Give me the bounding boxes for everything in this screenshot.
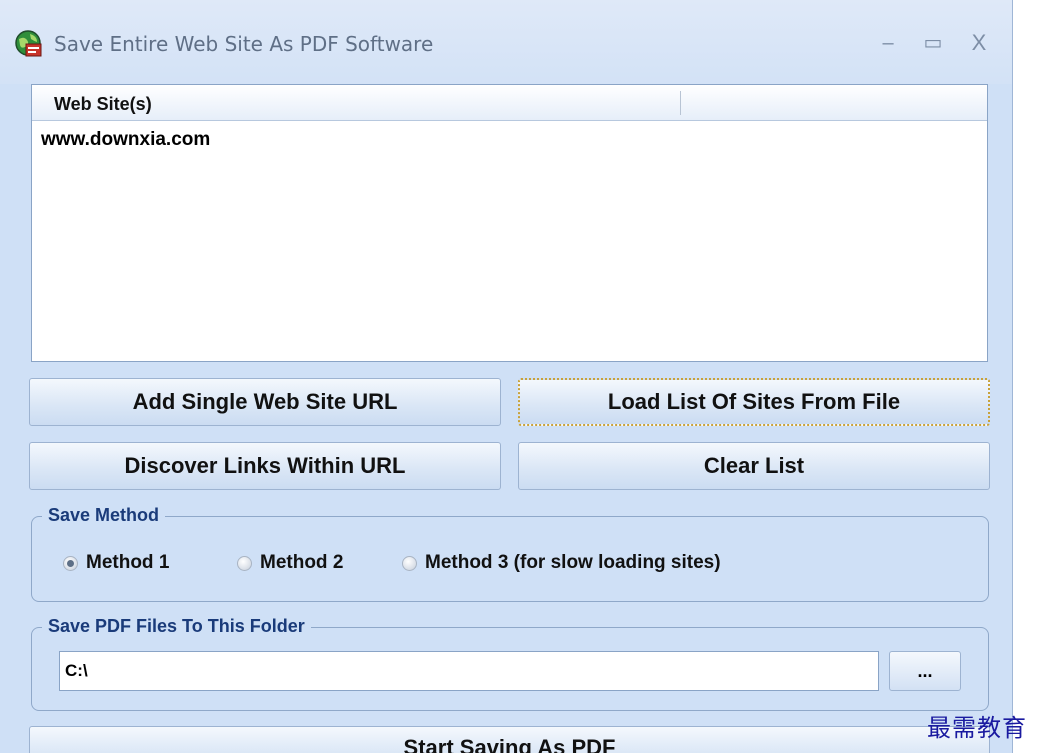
browse-folder-button[interactable]: ... xyxy=(889,651,961,691)
method-1-radio[interactable]: Method 1 xyxy=(63,552,169,574)
list-header: Web Site(s) xyxy=(32,85,987,121)
list-item[interactable]: www.downxia.com xyxy=(41,129,210,151)
discover-links-button[interactable]: Discover Links Within URL xyxy=(29,442,501,490)
title-bar[interactable]: Save Entire Web Site As PDF Software – ▭… xyxy=(0,0,1012,84)
method-2-label: Method 2 xyxy=(260,552,344,573)
save-method-group: Save Method Method 1 Method 2 Method 3 (… xyxy=(31,505,989,602)
start-saving-button[interactable]: Start Saving As PDF xyxy=(29,726,990,753)
clear-list-button[interactable]: Clear List xyxy=(518,442,990,490)
output-folder-field[interactable]: C:\ xyxy=(59,651,879,691)
output-folder-legend: Save PDF Files To This Folder xyxy=(42,616,311,637)
method-3-label: Method 3 (for slow loading sites) xyxy=(425,552,721,573)
save-method-legend: Save Method xyxy=(42,505,166,526)
app-globe-icon xyxy=(15,30,42,57)
close-icon[interactable]: X xyxy=(966,30,992,56)
add-single-url-button[interactable]: Add Single Web Site URL xyxy=(29,378,501,426)
maximize-icon[interactable]: ▭ xyxy=(920,30,946,56)
output-folder-group: Save PDF Files To This Folder C:\ ... xyxy=(31,616,989,711)
radio-unchecked-icon[interactable] xyxy=(402,555,417,571)
column-separator[interactable] xyxy=(680,91,681,115)
load-list-from-file-button[interactable]: Load List Of Sites From File xyxy=(518,378,990,426)
minimize-icon[interactable]: – xyxy=(875,30,901,56)
start-saving-label: Start Saving As PDF xyxy=(403,735,616,753)
watermark-text: 最需教育 xyxy=(927,714,1027,742)
method-2-radio[interactable]: Method 2 xyxy=(237,552,343,574)
radio-unchecked-icon[interactable] xyxy=(237,555,252,571)
radio-checked-icon[interactable] xyxy=(63,555,78,571)
app-window: Save Entire Web Site As PDF Software – ▭… xyxy=(0,0,1013,753)
method-1-label: Method 1 xyxy=(86,552,170,573)
column-header-web-sites[interactable]: Web Site(s) xyxy=(54,94,152,115)
method-3-radio[interactable]: Method 3 (for slow loading sites) xyxy=(402,552,721,574)
window-title: Save Entire Web Site As PDF Software xyxy=(54,32,434,56)
website-list[interactable]: Web Site(s) www.downxia.com xyxy=(31,84,988,362)
